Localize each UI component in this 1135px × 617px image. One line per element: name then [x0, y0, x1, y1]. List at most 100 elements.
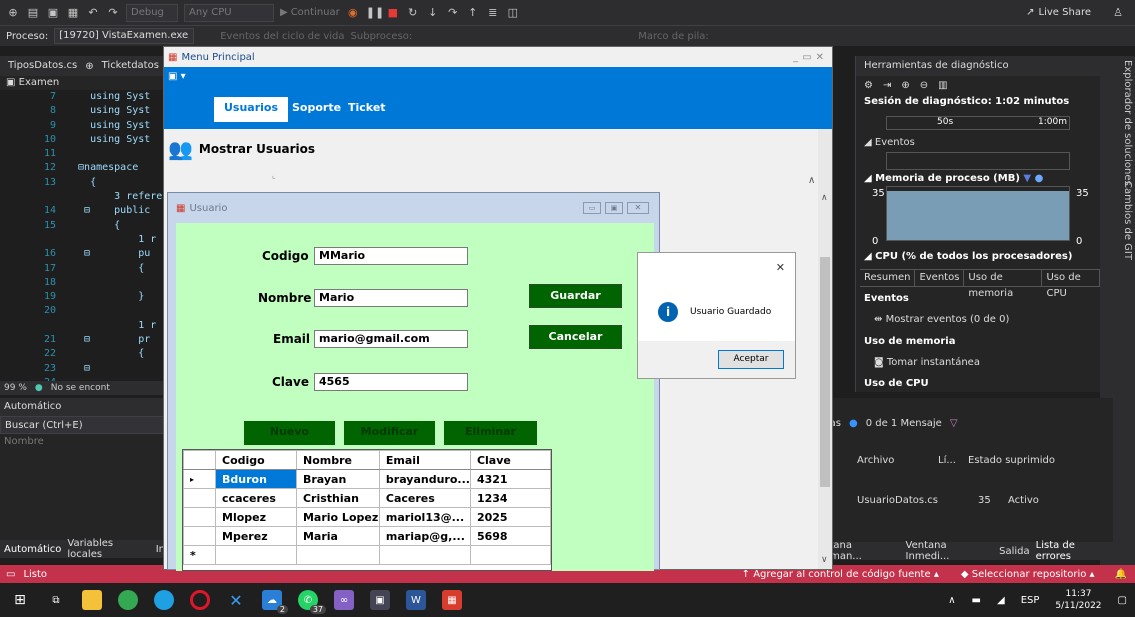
pause-icon[interactable]: ❚❚: [366, 6, 384, 20]
tab-locals[interactable]: Variables locales: [67, 538, 149, 560]
code-line[interactable]: 14 ⊟ public: [0, 204, 165, 218]
nombre-input[interactable]: Mario: [314, 289, 468, 307]
timeline-ruler[interactable]: 50s 1:00m: [886, 116, 1070, 130]
step-over-icon[interactable]: ↷: [446, 6, 460, 20]
autos-search-input[interactable]: Buscar (Ctrl+E): [0, 416, 165, 434]
menu-strip-icon[interactable]: ▣ ▾: [168, 71, 186, 82]
network-icon[interactable]: ▬: [972, 595, 981, 606]
close-icon[interactable]: ✕: [816, 52, 824, 63]
ribbon-collapse-icon[interactable]: ∧: [808, 175, 815, 186]
whatsapp-icon[interactable]: ✆ 37: [298, 590, 326, 614]
take-snapshot-link[interactable]: ◙ Tomar instantánea: [866, 354, 980, 372]
table-cell[interactable]: mariap@g,...: [378, 526, 471, 546]
undo-icon[interactable]: ↶: [86, 6, 100, 20]
platform-combo[interactable]: Any CPU: [184, 3, 274, 22]
code-line[interactable]: 17 {: [0, 262, 165, 276]
table-cell[interactable]: [469, 545, 552, 565]
code-line[interactable]: 3 referen: [0, 190, 168, 204]
code-line[interactable]: 16 ⊟ pu: [0, 247, 165, 261]
table-row[interactable]: Mlopez Mario Lopez mariol13@... 2025: [182, 507, 552, 527]
messages-count[interactable]: 0 de 1 Mensaje: [866, 418, 942, 429]
table-cell[interactable]: Bduron: [215, 469, 297, 489]
table-cell[interactable]: Maria: [295, 526, 380, 546]
table-cell[interactable]: Mperez: [215, 526, 297, 546]
codigo-input[interactable]: MMario: [314, 247, 468, 265]
filter-icon[interactable]: ▽: [950, 418, 958, 429]
live-share-button[interactable]: ↗ Live Share: [1026, 7, 1091, 18]
menu-scrollbar[interactable]: ∧ ∨: [818, 129, 832, 569]
modificar-button[interactable]: Modificar: [344, 421, 435, 445]
table-cell[interactable]: mariol13@...: [378, 507, 471, 527]
table-cell[interactable]: Mlopez: [215, 507, 297, 527]
word-icon[interactable]: W: [406, 590, 426, 610]
side-tab-git-changes[interactable]: Cambios de GIT: [1122, 181, 1133, 260]
guardar-button[interactable]: Guardar: [529, 284, 622, 308]
events-section[interactable]: ◢ Eventos: [856, 134, 915, 152]
notification-center-icon[interactable]: ▢: [1118, 595, 1127, 606]
table-cell[interactable]: 4321: [469, 469, 552, 489]
cpu-section[interactable]: ◢ CPU (% de todos los procesadores): [856, 248, 1072, 266]
volume-icon[interactable]: ◢: [997, 595, 1005, 606]
code-line[interactable]: 7 using Syst: [0, 90, 165, 104]
table-row[interactable]: ▸ Bduron Brayan brayanduro... 4321: [182, 469, 552, 489]
tab-immediate-window[interactable]: Ventana Inmedi...: [906, 540, 994, 562]
clave-input[interactable]: 4565: [314, 373, 468, 391]
winforms-app-icon[interactable]: ▦: [442, 590, 462, 610]
code-line[interactable]: 1 r: [0, 233, 165, 247]
hot-reload-icon[interactable]: ◉: [346, 6, 360, 20]
group-expand-icon[interactable]: ⌞: [272, 171, 276, 180]
chrome-icon[interactable]: [118, 590, 138, 610]
menu-item-usuarios[interactable]: Usuarios: [214, 97, 289, 122]
process-combo[interactable]: [19720] VistaExamen.exe: [54, 28, 195, 44]
account-icon[interactable]: ♙: [1111, 6, 1125, 20]
col-codigo[interactable]: Codigo: [215, 450, 297, 470]
tab-memory-usage[interactable]: Uso de memoria: [964, 270, 1043, 299]
code-line[interactable]: 22 {: [0, 347, 165, 361]
table-row[interactable]: ccaceres Cristhian Caceres 1234: [182, 488, 552, 508]
table-cell[interactable]: brayanduro...: [378, 469, 471, 489]
memory-chart[interactable]: [886, 186, 1070, 241]
table-cell[interactable]: 1234: [469, 488, 552, 508]
code-line[interactable]: 1 r: [0, 319, 165, 333]
save-all-icon[interactable]: ▦: [66, 6, 80, 20]
code-line[interactable]: 18: [0, 276, 165, 290]
visual-studio-icon[interactable]: ∞: [334, 590, 354, 610]
tab-error-list[interactable]: Lista de errores: [1036, 540, 1113, 562]
show-events-link[interactable]: ⇹ Mostrar eventos (0 de 0): [866, 311, 1009, 329]
code-line[interactable]: 21 ⊟ pr: [0, 333, 165, 347]
minimize-icon[interactable]: _: [793, 52, 798, 63]
menu-item-ticket[interactable]: Ticket: [348, 101, 386, 114]
code-line[interactable]: 10 using Syst: [0, 133, 165, 147]
aceptar-button[interactable]: Aceptar: [718, 350, 784, 369]
tab-summary[interactable]: Resumen: [860, 270, 916, 286]
zoom-out-icon[interactable]: ⊖: [920, 80, 928, 91]
step-out-icon[interactable]: ↑: [466, 6, 480, 20]
new-row-marker[interactable]: *: [182, 545, 217, 565]
side-tab-solution-explorer[interactable]: Explorador de soluciones: [1122, 60, 1133, 186]
show-users-button[interactable]: 👥 Mostrar Usuarios: [168, 137, 315, 161]
stop-icon[interactable]: ■: [386, 6, 400, 20]
continue-button[interactable]: ▶ Continuar: [280, 7, 340, 18]
scroll-thumb[interactable]: [820, 257, 830, 487]
zoom-level[interactable]: 99 %: [4, 383, 27, 393]
usuario-titlebar[interactable]: ▦ Usuario ▭ ▣ ✕: [168, 193, 659, 223]
code-line[interactable]: 15 {: [0, 219, 165, 233]
edge-icon[interactable]: [154, 590, 174, 610]
table-cell[interactable]: Caceres: [378, 488, 471, 508]
close-icon[interactable]: ✕: [627, 202, 649, 214]
opera-icon[interactable]: [190, 590, 210, 610]
row-header[interactable]: [182, 507, 217, 527]
table-cell[interactable]: [215, 545, 297, 565]
tab-output[interactable]: Salida: [999, 546, 1030, 557]
code-line[interactable]: 23 ⊟: [0, 362, 165, 376]
table-cell[interactable]: [378, 545, 471, 565]
row-header[interactable]: ▸: [182, 469, 217, 489]
cloud-app-icon[interactable]: ☁ 2: [262, 590, 288, 614]
code-line[interactable]: 20: [0, 304, 165, 318]
table-row[interactable]: Mperez Maria mariap@g,... 5698: [182, 526, 552, 546]
col-clave[interactable]: Clave: [469, 450, 552, 470]
col-email[interactable]: Email: [378, 450, 471, 470]
table-cell[interactable]: Mario Lopez: [295, 507, 380, 527]
nuevo-button[interactable]: Nuevo: [244, 421, 335, 445]
language-indicator[interactable]: ESP: [1021, 595, 1040, 606]
